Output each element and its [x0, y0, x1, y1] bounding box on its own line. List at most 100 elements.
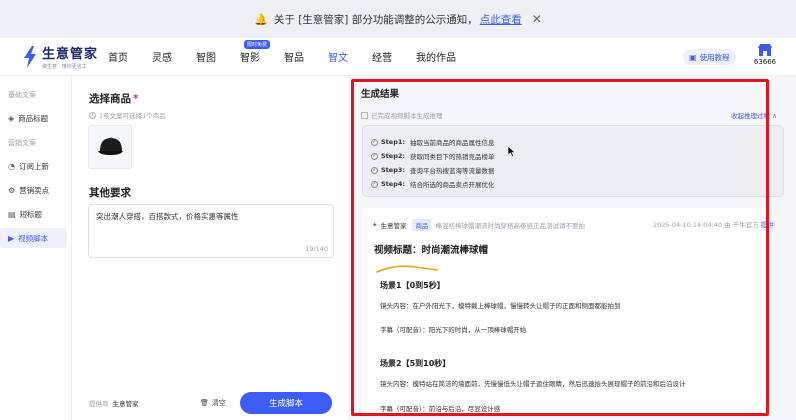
- provider-name: 生意管家: [112, 400, 139, 408]
- nav-smart-video-label: 智影: [240, 53, 260, 64]
- result-timestamp: 2025-04-10 14:04:40 由 千牛官方 提供: [653, 219, 774, 229]
- nav-smart-product[interactable]: 智品: [284, 49, 304, 64]
- nav-inspiration[interactable]: 灵感: [152, 49, 172, 64]
- reasoning-steps: ✓ Step1: 抽取当前商品的商品属性信息 ✓ Step2: 获取同类目下的热…: [362, 125, 784, 197]
- book-icon: ▣: [689, 52, 697, 62]
- sidebar-item-label: 视频脚本: [18, 233, 49, 243]
- sidebar-item-selling-points[interactable]: ⚙ 营销卖点: [0, 180, 67, 200]
- step-item: ✓ Step2: 获取同类目下的热销竞品榜单: [371, 149, 775, 163]
- product-description: 棒混纺棒球帽潮流时尚穿搭高级感正品测试请不要拍: [435, 222, 585, 230]
- clear-button[interactable]: 🗑 清空: [200, 398, 226, 408]
- result-title: 生成结果: [361, 89, 400, 100]
- top-navigation: 生意管家 做生意 · 懂你更省工 首页 灵感 智图 限时免费 智影 智品 智文 …: [0, 38, 796, 76]
- video-title: 视频标题：时尚潮流棒球帽: [374, 245, 489, 256]
- sidebar-group-basic: 基础文案: [8, 91, 36, 99]
- nav-home[interactable]: 首页: [108, 49, 128, 64]
- check-circle-icon: ✓: [371, 152, 378, 160]
- video-icon: ▶: [8, 233, 15, 243]
- highlight-stroke: [376, 265, 438, 273]
- sidebar-item-label: 短标题: [19, 209, 43, 219]
- required-mark: *: [133, 93, 139, 105]
- step-item: ✓ Step1: 抽取当前商品的商品属性信息: [371, 135, 775, 149]
- bolt-logo-icon: [24, 45, 36, 68]
- provider-label: 提供商: [89, 400, 109, 408]
- result-source: 生意管家: [380, 222, 407, 230]
- provider-info: 提供商 生意管家: [89, 398, 139, 408]
- tag-icon: ◈: [8, 113, 15, 123]
- megaphone-icon: ◔: [8, 161, 15, 171]
- nav-smart-copy[interactable]: 智文: [328, 49, 348, 64]
- main-nav: 首页 灵感 智图 限时免费 智影 智品 智文 经营 我的作品: [108, 40, 480, 64]
- select-product-heading: 选择商品 *: [89, 91, 139, 106]
- scene-heading: 场景2【5到10秒】: [380, 359, 451, 368]
- trash-icon: 🗑: [200, 399, 209, 407]
- requirements-text: 突出潮人穿搭，百搭款式，价格实惠等属性: [96, 212, 239, 221]
- sidebar-item-product-title[interactable]: ◈ 商品标题: [0, 108, 67, 128]
- step-text: 结合所选的商品卖点开展优化: [409, 181, 495, 189]
- scene-shot: 镜头内容：在户外阳光下，模特戴上棒球帽，慢慢转头让帽子的正面和侧面都能拍到: [380, 302, 621, 310]
- brand-slogan: 做生意 · 懂你更省工: [42, 64, 87, 70]
- brand-logo[interactable]: 生意管家 做生意 · 懂你更省工: [22, 43, 100, 70]
- step-label: Step4:: [381, 180, 405, 188]
- char-count: 19/140: [305, 245, 328, 253]
- step-item: ✓ Step4: 结合所选的商品卖点开展优化: [371, 177, 775, 191]
- scene-subtitle: 字幕（可配音）：前沿与后沿，尽显设计感: [380, 405, 501, 413]
- step-label: Step3:: [381, 166, 405, 174]
- sidebar-item-subscribe-new[interactable]: ◔ 订阅上新: [0, 156, 67, 176]
- sidebar-item-label: 营销卖点: [19, 185, 50, 195]
- step-text: 抽取当前商品的商品属性信息: [409, 139, 495, 147]
- baseball-cap-image: [98, 137, 123, 155]
- nav-operations[interactable]: 经营: [372, 49, 392, 64]
- result-time: 2025-04-10 14:04:40: [653, 221, 723, 229]
- generate-script-button[interactable]: 生成脚本: [240, 392, 332, 414]
- form-footer: 提供商 生意管家 🗑 清空 生成脚本: [72, 390, 348, 416]
- scene-heading: 场景1【0到5秒】: [380, 281, 445, 290]
- select-hint: i 1条文案可选择1个商品: [89, 110, 166, 120]
- step-label: Step2:: [381, 152, 405, 160]
- input-panel: 选择商品 * i 1条文案可选择1个商品 其他要求 突出潮人穿搭，百搭款式，价格实…: [72, 76, 348, 420]
- step-text: 获取同类目下的热销竞品榜单: [409, 153, 495, 161]
- check-circle-icon: ✓: [371, 180, 378, 188]
- product-thumbnail[interactable]: [88, 125, 132, 169]
- announcement-text: 关于 [生意管家] 部分功能调整的公示通知，: [273, 13, 478, 26]
- nav-smart-image[interactable]: 智图: [196, 49, 216, 64]
- tutorial-button[interactable]: ▣ 使用教程: [683, 49, 736, 65]
- credit-count: 63666: [753, 58, 777, 66]
- nav-smart-video[interactable]: 限时免费 智影: [240, 40, 271, 64]
- close-icon[interactable]: ✕: [532, 12, 542, 26]
- reasoning-complete-label: 已完成视频脚本生成推理: [371, 112, 443, 120]
- mouse-cursor-icon: [508, 146, 516, 157]
- other-requirements-heading: 其他要求: [89, 187, 131, 199]
- collapse-reasoning-link[interactable]: 收起推理过程 ∧: [731, 110, 777, 120]
- product-tag: 商品: [412, 219, 432, 231]
- step-label: Step1:: [381, 138, 405, 146]
- requirements-textarea[interactable]: 突出潮人穿搭，百搭款式，价格实惠等属性 19/140: [88, 204, 334, 258]
- document-icon: ▤: [8, 209, 16, 219]
- tutorial-label: 使用教程: [699, 52, 730, 62]
- gear-icon: ⚙: [8, 185, 16, 195]
- brand-name: 生意管家: [42, 47, 99, 62]
- select-product-title: 选择商品: [89, 93, 131, 105]
- script-result-card: ✦ 生意管家 商品 棒混纺棒球帽潮流时尚穿搭高级感正品测试请不要拍 2025-0…: [362, 208, 774, 416]
- checkbox-icon: [361, 111, 368, 119]
- info-icon: i: [89, 111, 96, 119]
- sidebar-item-video-script[interactable]: ▶ 视频脚本: [0, 228, 67, 248]
- select-hint-text: 1条文案可选择1个商品: [99, 112, 166, 120]
- nav-my-works[interactable]: 我的作品: [416, 49, 456, 64]
- reasoning-complete-checkbox[interactable]: 已完成视频脚本生成推理: [361, 110, 443, 120]
- credit-balance[interactable]: 63666: [752, 43, 778, 66]
- author-suffix: 提供: [760, 221, 774, 229]
- check-circle-icon: ✓: [371, 166, 378, 174]
- sidebar-item-label: 订阅上新: [18, 161, 49, 171]
- scene-subtitle: 字幕（可配音）：阳光下的时尚，从一顶棒球帽开始: [380, 326, 527, 334]
- check-circle-icon: ✓: [371, 138, 378, 146]
- result-meta: ✦ 生意管家 商品 棒混纺棒球帽潮流时尚穿搭高级感正品测试请不要拍: [372, 219, 585, 231]
- step-item: ✓ Step3: 查询平台热搜蓝海等流量数据: [371, 163, 775, 177]
- sidebar-item-label: 商品标题: [18, 113, 49, 123]
- sidebar-item-short-title[interactable]: ▤ 短标题: [0, 204, 67, 224]
- announcement-link[interactable]: 点此查看: [480, 12, 522, 27]
- step-text: 查询平台热搜蓝海等流量数据: [409, 167, 495, 175]
- sidebar-group-marketing: 营销文案: [8, 139, 36, 147]
- free-badge: 限时免费: [244, 40, 271, 49]
- clear-label: 清空: [211, 399, 226, 407]
